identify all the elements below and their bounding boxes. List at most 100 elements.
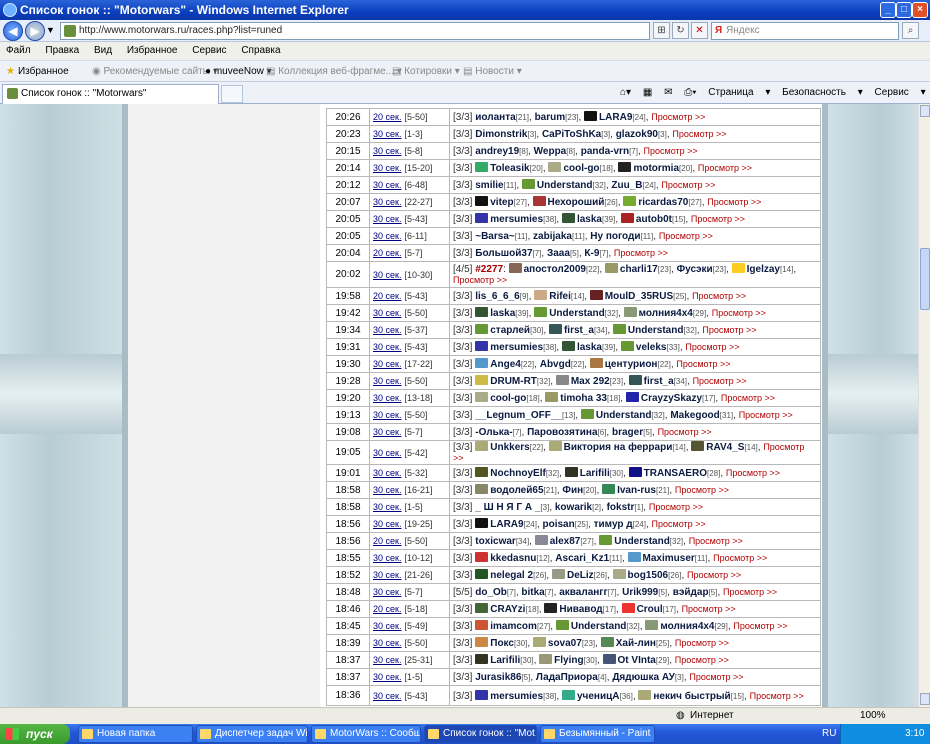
player-name[interactable]: DRUM-RT bbox=[490, 376, 537, 387]
player-name[interactable]: ricardas70 bbox=[638, 197, 688, 208]
menu-view[interactable]: Вид bbox=[94, 45, 112, 56]
forward-button[interactable]: ▶ bbox=[25, 21, 45, 41]
player-name[interactable]: Дядюшка АУ bbox=[612, 672, 675, 683]
player-name[interactable]: Flying bbox=[554, 655, 583, 666]
history-dropdown-icon[interactable]: ▼ bbox=[46, 25, 55, 35]
menu-help[interactable]: Справка bbox=[241, 45, 280, 56]
player-name[interactable]: CrayzySkazy bbox=[641, 393, 702, 404]
player-name[interactable]: TRANSAERO bbox=[644, 468, 707, 479]
maximize-button[interactable]: □ bbox=[896, 2, 912, 18]
view-race-link[interactable]: Просмотр >> bbox=[675, 485, 729, 495]
player-name[interactable]: sova07 bbox=[548, 638, 582, 649]
player-name[interactable]: nelegal 2 bbox=[490, 570, 533, 581]
print-icon[interactable]: ⎙▾ bbox=[684, 87, 696, 98]
player-name[interactable]: Ascari_Kz1 bbox=[555, 553, 609, 564]
race-duration-link[interactable]: 30 сек. bbox=[373, 231, 401, 241]
race-duration-link[interactable]: 30 сек. bbox=[373, 270, 401, 280]
new-tab-button[interactable] bbox=[221, 85, 243, 103]
race-duration-link[interactable]: 30 сек. bbox=[373, 410, 401, 420]
compat-icon[interactable]: ⊞ bbox=[653, 22, 670, 39]
favorites-button[interactable]: ★ Избранное bbox=[6, 61, 69, 82]
race-duration-link[interactable]: 30 сек. bbox=[373, 197, 401, 207]
view-race-link[interactable]: Просмотр >> bbox=[733, 621, 787, 631]
race-duration-link[interactable]: 30 сек. bbox=[373, 129, 401, 139]
fav-item-muveenow[interactable]: ● muveeNow ▾ bbox=[205, 61, 272, 82]
race-duration-link[interactable]: 30 сек. bbox=[373, 638, 401, 648]
fav-item-quotes[interactable]: ▤ Котировки ▾ bbox=[392, 61, 460, 82]
player-name[interactable]: Makegood bbox=[670, 410, 719, 421]
player-name[interactable]: vitep bbox=[490, 197, 513, 208]
race-duration-link[interactable]: 30 сек. bbox=[373, 325, 401, 335]
race-duration-link[interactable]: 20 сек. bbox=[373, 536, 401, 546]
view-race-link[interactable]: Просмотр >> bbox=[723, 587, 777, 597]
player-name[interactable]: bog1506 bbox=[628, 570, 669, 581]
player-name[interactable]: Max 292 bbox=[571, 376, 610, 387]
race-duration-link[interactable]: 30 сек. bbox=[373, 553, 401, 563]
player-name[interactable]: laska bbox=[577, 214, 602, 225]
player-name[interactable]: Ну погоди bbox=[590, 231, 640, 242]
player-name[interactable]: bitka bbox=[521, 587, 544, 598]
player-name[interactable]: LARA9 bbox=[599, 112, 632, 123]
player-name[interactable]: RAV4_S bbox=[706, 442, 744, 453]
view-race-link[interactable]: Просмотр >> bbox=[726, 468, 780, 478]
race-duration-link[interactable]: 30 сек. bbox=[373, 502, 401, 512]
player-name[interactable]: panda-vrn bbox=[581, 146, 629, 157]
view-race-link[interactable]: Просмотр >> bbox=[614, 248, 668, 258]
cmd-safety[interactable]: Безопасность ▾ bbox=[782, 87, 863, 98]
player-name[interactable]: Toleasik bbox=[490, 163, 529, 174]
cmd-tools[interactable]: Сервис ▾ bbox=[875, 87, 926, 98]
view-race-link[interactable]: Просмотр >> bbox=[658, 427, 712, 437]
player-name[interactable]: молния4х4 bbox=[639, 308, 693, 319]
player-name[interactable]: Croul bbox=[637, 604, 663, 615]
race-duration-link[interactable]: 30 сек. bbox=[373, 691, 401, 701]
player-name[interactable]: молния4х4 bbox=[660, 621, 714, 632]
view-race-link[interactable]: Просмотр >> bbox=[721, 393, 775, 403]
player-name[interactable]: alex87 bbox=[550, 536, 581, 547]
start-button[interactable]: пуск bbox=[0, 724, 70, 744]
race-duration-link[interactable]: 30 сек. bbox=[373, 570, 401, 580]
player-name[interactable]: CaPiToShKa bbox=[542, 129, 601, 140]
player-name[interactable]: центурион bbox=[605, 359, 658, 370]
player-name[interactable]: Фин bbox=[562, 485, 583, 496]
player-name[interactable]: charli17 bbox=[620, 264, 658, 275]
mail-icon[interactable]: ✉ bbox=[664, 87, 672, 98]
player-name[interactable]: иоланта bbox=[475, 112, 515, 123]
player-name[interactable]: аквалангг bbox=[559, 587, 607, 598]
view-race-link[interactable]: Просмотр >> bbox=[644, 146, 698, 156]
fav-item-webslices[interactable]: ▤ Коллекция веб-фрагме... ▾ bbox=[266, 61, 402, 82]
language-indicator[interactable]: RU bbox=[822, 728, 836, 739]
player-name[interactable]: ученицА bbox=[577, 691, 620, 702]
player-name[interactable]: Виктория на феррари bbox=[564, 442, 673, 453]
player-name[interactable]: водолей65 bbox=[490, 485, 543, 496]
player-name[interactable]: andrey19 bbox=[475, 146, 519, 157]
view-race-link[interactable]: Просмотр >> bbox=[687, 570, 741, 580]
player-name[interactable]: laska bbox=[490, 308, 515, 319]
player-name[interactable]: NochnoyElf bbox=[490, 468, 546, 479]
player-name[interactable]: Larifili bbox=[580, 468, 610, 479]
player-name[interactable]: Зааа bbox=[547, 248, 570, 259]
player-name[interactable]: motormia bbox=[633, 163, 679, 174]
view-race-link[interactable]: Просмотр >> bbox=[649, 502, 703, 512]
race-duration-link[interactable]: 30 сек. bbox=[373, 308, 401, 318]
player-name[interactable]: mersumies bbox=[490, 214, 543, 225]
race-duration-link[interactable]: 30 сек. bbox=[373, 376, 401, 386]
race-duration-link[interactable]: 30 сек. bbox=[373, 427, 401, 437]
player-name[interactable]: zabijaka bbox=[533, 231, 572, 242]
player-name[interactable]: cool-go bbox=[490, 393, 526, 404]
player-name[interactable]: Паровозятина bbox=[527, 427, 597, 438]
view-race-link[interactable]: Просмотр >> bbox=[453, 275, 507, 285]
player-name[interactable]: do_Ob bbox=[475, 587, 507, 598]
player-name[interactable]: тимур д bbox=[594, 519, 633, 530]
fav-item-news[interactable]: ▤ Новости ▾ bbox=[463, 61, 522, 82]
vertical-scrollbar[interactable] bbox=[918, 104, 930, 707]
player-name[interactable]: barum bbox=[535, 112, 566, 123]
view-race-link[interactable]: Просмотр >> bbox=[702, 325, 756, 335]
task-motorwars-messages[interactable]: MotorWars :: Сообщ... bbox=[311, 725, 421, 743]
player-name[interactable]: Нивавод bbox=[559, 604, 602, 615]
player-name[interactable]: toxicwar bbox=[475, 536, 516, 547]
player-name[interactable]: Understand bbox=[628, 325, 684, 336]
player-name[interactable]: laska bbox=[577, 342, 602, 353]
race-duration-link[interactable]: 20 сек. bbox=[373, 291, 401, 301]
player-name[interactable]: DeLiz bbox=[567, 570, 594, 581]
menu-tools[interactable]: Сервис bbox=[192, 45, 226, 56]
